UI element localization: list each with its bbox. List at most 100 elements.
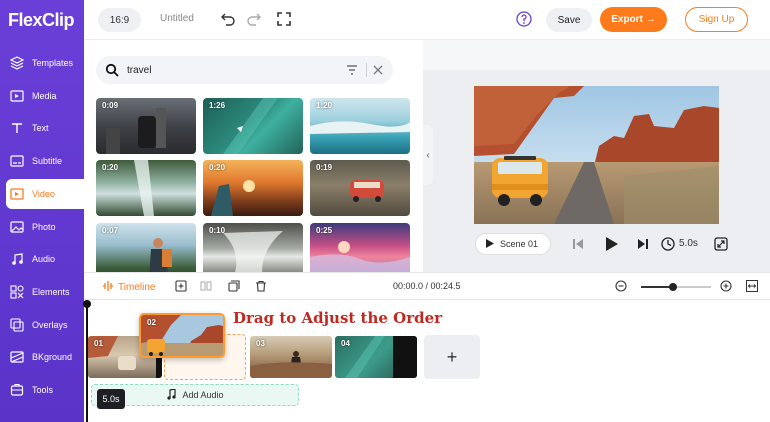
play-icon [486, 238, 494, 250]
zoom-out-icon[interactable] [615, 280, 627, 292]
thumbnail-duration: 0:20 [102, 163, 119, 172]
video-thumbnail[interactable]: 0:07 [96, 223, 196, 279]
sidebar-item-label: Elements [32, 287, 70, 297]
top-toolbar: 16:9 Untitled Save Export → Sign Up [84, 0, 770, 40]
sidebar-item-label: Tools [32, 385, 54, 395]
sidebar-item-video[interactable]: Video [6, 179, 84, 209]
search-icon [105, 63, 119, 77]
sidebar-item-elements[interactable]: Elements [0, 277, 84, 307]
timeline-icon [102, 280, 114, 295]
expand-icon[interactable] [714, 236, 728, 252]
add-scene-button[interactable]: + [424, 335, 480, 379]
collapse-panel-button[interactable]: ‹ [423, 125, 433, 185]
timeline-toolbar: Timeline 00:00.0 / 00:24.5 [84, 272, 770, 300]
video-thumbnail[interactable]: 0:19 [310, 160, 410, 216]
media-panel: travel 0:09 1:26 1:20 0:20 0:20 0:19 0:0… [84, 40, 423, 279]
split-icon[interactable] [200, 280, 212, 292]
clip-number: 01 [94, 339, 103, 348]
search-bar[interactable]: travel [96, 56, 393, 84]
scene-play-button[interactable]: Scene 01 [475, 233, 551, 255]
sidebar-item-overlays[interactable]: Overlays [0, 310, 84, 340]
video-preview[interactable] [474, 86, 719, 224]
media-icon [9, 88, 25, 104]
timecode: 00:00.0 / 00:24.5 [393, 281, 461, 291]
thumbnail-duration: 1:20 [316, 101, 333, 110]
sidebar-item-label: Media [32, 91, 57, 101]
sidebar-item-tools[interactable]: Tools [0, 375, 84, 405]
sidebar-item-label: Text [32, 123, 49, 133]
video-icon [9, 186, 25, 202]
photo-icon [9, 219, 25, 235]
clock-icon[interactable] [661, 236, 675, 252]
duplicate-icon[interactable] [228, 280, 240, 292]
thumbnail-duration: 0:19 [316, 163, 333, 172]
fullscreen-icon[interactable] [276, 11, 292, 27]
background-icon [9, 349, 25, 365]
tools-icon [9, 382, 25, 398]
thumbnail-duration: 0:09 [102, 101, 119, 110]
save-button[interactable]: Save [546, 8, 592, 32]
music-note-icon [166, 387, 177, 402]
add-scene-icon[interactable] [175, 280, 187, 292]
elements-icon [9, 284, 25, 300]
playhead[interactable] [86, 300, 88, 422]
zoom-slider[interactable] [641, 283, 711, 291]
video-thumbnail[interactable]: 0:09 [96, 98, 196, 154]
sidebar-item-subtitle[interactable]: Subtitle [0, 146, 84, 176]
video-thumbnail[interactable]: 1:26 [203, 98, 303, 154]
play-icon[interactable] [605, 236, 619, 252]
timeline-clip[interactable]: 04 [335, 336, 417, 378]
thumbnail-duration: 0:10 [209, 226, 226, 235]
aspect-ratio-button[interactable]: 16:9 [98, 8, 141, 32]
undo-icon[interactable] [220, 11, 236, 27]
playhead-handle[interactable] [83, 300, 91, 308]
clip-number: 02 [147, 318, 156, 327]
help-icon[interactable] [516, 11, 532, 27]
export-button[interactable]: Export → [600, 7, 667, 32]
sidebar-item-audio[interactable]: Audio [0, 244, 84, 274]
fit-timeline-icon[interactable] [746, 280, 758, 292]
timeline-label: Timeline [118, 282, 156, 293]
sidebar-item-label: Subtitle [32, 156, 63, 166]
filter-icon[interactable] [346, 64, 358, 76]
clip-number: 03 [256, 339, 265, 348]
zoom-in-icon[interactable] [720, 280, 732, 292]
project-title[interactable]: Untitled [160, 13, 194, 24]
clip-number: 04 [341, 339, 350, 348]
scene-number: 01 [528, 239, 539, 249]
video-thumbnail[interactable]: 0:20 [96, 160, 196, 216]
video-thumbnail[interactable]: 1:20 [310, 98, 410, 154]
sidebar-item-label: Video [32, 189, 55, 199]
video-thumbnail[interactable]: 0:20 [203, 160, 303, 216]
timeline-toggle[interactable]: Timeline [102, 280, 155, 295]
skip-forward-icon[interactable] [636, 236, 650, 252]
sidebar-item-media[interactable]: Media [0, 81, 84, 111]
trash-icon[interactable] [255, 280, 267, 292]
sidebar-item-bkground[interactable]: BKground [0, 342, 84, 372]
skip-back-icon[interactable] [571, 236, 585, 252]
subtitle-icon [9, 153, 25, 169]
add-audio-label: Add Audio [182, 390, 224, 400]
close-icon[interactable] [373, 65, 383, 75]
search-input[interactable]: travel [127, 65, 346, 76]
zoom-slider-handle[interactable] [668, 283, 677, 291]
sidebar-item-label: Overlays [32, 320, 68, 330]
sidebar-item-label: Audio [32, 254, 56, 264]
sidebar-item-text[interactable]: Text [0, 113, 84, 143]
duration-badge: 5.0s [97, 389, 125, 409]
dragging-clip[interactable]: 02 [139, 313, 225, 358]
app-logo[interactable]: FlexClip [8, 10, 75, 31]
scene-label: Scene [500, 239, 526, 249]
sidebar-item-photo[interactable]: Photo [0, 212, 84, 242]
video-thumbnail[interactable]: 0:10 [203, 223, 303, 279]
video-thumbnail[interactable]: 0:25 [310, 223, 410, 279]
redo-icon[interactable] [246, 11, 262, 27]
audio-icon [9, 251, 25, 267]
thumbnail-duration: 0:25 [316, 226, 333, 235]
scene-duration: 5.0s [679, 238, 698, 249]
sign-up-button[interactable]: Sign Up [685, 7, 748, 32]
drag-hint-annotation: Drag to Adjust the Order [233, 309, 443, 327]
timeline-clip[interactable]: 03 [250, 336, 332, 378]
sidebar-item-templates[interactable]: Templates [0, 48, 84, 78]
logo-text: FlexClip [8, 10, 75, 30]
